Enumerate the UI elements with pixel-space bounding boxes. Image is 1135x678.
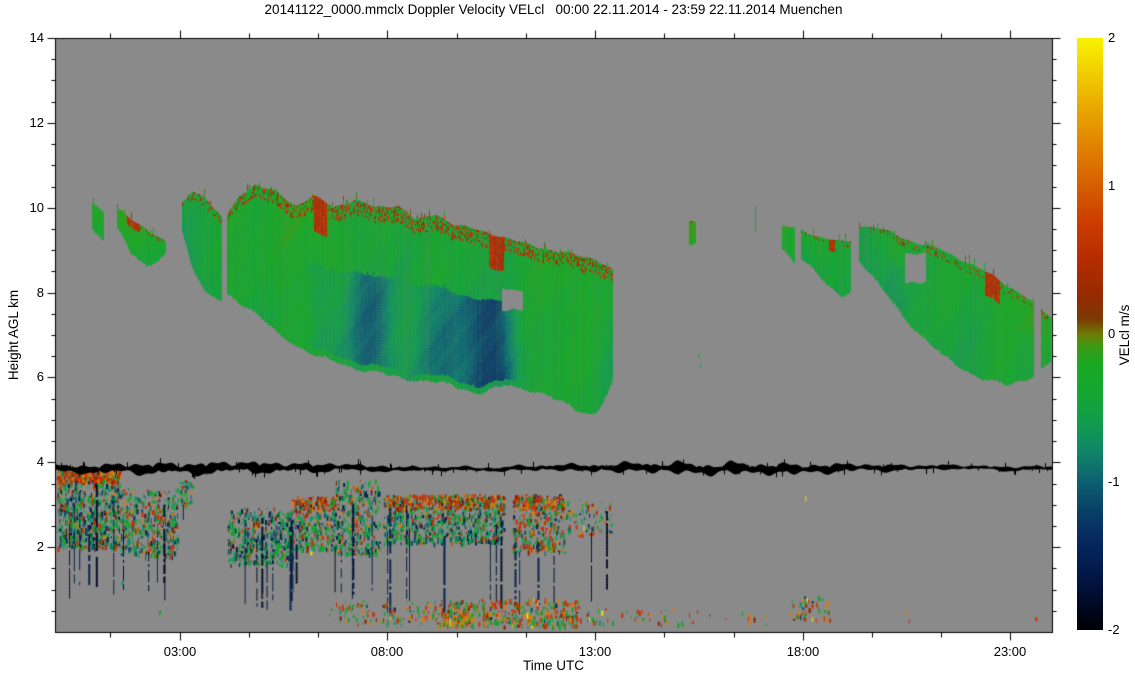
y-tick-label-14: 14 bbox=[29, 30, 44, 45]
chart-title: 20141122_0000.mmclx Doppler Velocity VEL… bbox=[264, 2, 843, 17]
y-tick-label-6: 6 bbox=[36, 369, 44, 384]
x-tick-label-1800: 18:00 bbox=[786, 644, 820, 659]
y-tick-label-8: 8 bbox=[36, 285, 44, 300]
doppler-velocity-plot-canvas bbox=[0, 0, 1135, 678]
x-tick-label-0300: 03:00 bbox=[163, 644, 197, 659]
y-tick-label-4: 4 bbox=[36, 454, 44, 469]
x-axis-label: Time UTC bbox=[523, 658, 584, 673]
colorbar-tick-label-0: 0 bbox=[1108, 326, 1116, 341]
colorbar-tick-label-1: 1 bbox=[1108, 178, 1116, 193]
colorbar-tick-label-2: 2 bbox=[1108, 30, 1116, 45]
x-tick-label-2300: 23:00 bbox=[993, 644, 1027, 659]
y-axis-label: Height AGL km bbox=[6, 289, 21, 381]
colorbar bbox=[1077, 38, 1103, 630]
x-tick-label-1300: 13:00 bbox=[578, 644, 612, 659]
y-tick-label-2: 2 bbox=[36, 539, 44, 554]
doppler-velocity-figure: 20141122_0000.mmclx Doppler Velocity VEL… bbox=[0, 0, 1135, 678]
colorbar-tick-label--1: -1 bbox=[1108, 474, 1120, 489]
y-tick-label-10: 10 bbox=[29, 200, 44, 215]
colorbar-tick-label--2: -2 bbox=[1108, 622, 1120, 637]
y-tick-label-12: 12 bbox=[29, 115, 44, 130]
x-tick-label-0800: 08:00 bbox=[370, 644, 404, 659]
